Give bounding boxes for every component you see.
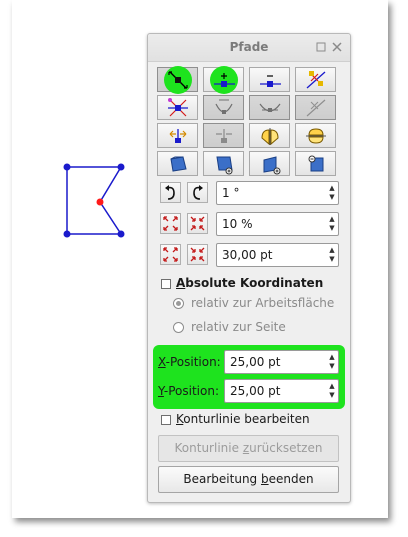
flip-horizontal-button[interactable] bbox=[157, 123, 198, 148]
scale-percent-value: 10 % bbox=[222, 217, 253, 231]
edit-contour-label: Konturlinie bearbeiten bbox=[176, 412, 310, 426]
move-down-button[interactable] bbox=[203, 151, 244, 176]
spin-up-icon[interactable]: ▲ bbox=[329, 383, 335, 390]
spin-down-icon[interactable]: ▼ bbox=[329, 225, 335, 232]
enlarge-icon bbox=[263, 156, 281, 175]
corner-point-icon bbox=[215, 99, 233, 114]
paths-dialog: Pfade 1 ° ▲ ▼ 10 % ▲ ▼ 30,00 pt ▲ ▼ Abso… bbox=[147, 33, 351, 503]
flip-horizontal-icon bbox=[169, 129, 187, 143]
rotate-left-button[interactable] bbox=[157, 151, 198, 176]
reset-contour-icon bbox=[306, 128, 326, 144]
contract-icon bbox=[190, 216, 205, 231]
rotate-ccw-icon bbox=[165, 185, 175, 200]
y-position-value: 25,00 pt bbox=[230, 384, 281, 398]
enlarge-button[interactable] bbox=[249, 151, 290, 176]
delete-point-button[interactable] bbox=[249, 67, 290, 92]
rotate-ccw-button[interactable] bbox=[160, 182, 181, 203]
relative-to-page-area-label: relativ zur Arbeitsfläche bbox=[191, 296, 335, 310]
x-position-value: 25,00 pt bbox=[230, 355, 281, 369]
spin-up-icon[interactable]: ▲ bbox=[329, 185, 335, 192]
spin-up-icon[interactable]: ▲ bbox=[329, 216, 335, 223]
path-node[interactable] bbox=[63, 230, 71, 238]
move-down-icon bbox=[216, 156, 233, 175]
delete-point-icon bbox=[260, 75, 281, 87]
reset-contour-text-button[interactable]: Konturlinie zurücksetzen bbox=[158, 435, 339, 462]
shear-button[interactable] bbox=[249, 123, 290, 148]
move-points-icon bbox=[168, 71, 188, 89]
scale-percent-field[interactable]: 10 % ▲ ▼ bbox=[216, 212, 339, 236]
flip-vertical-button[interactable] bbox=[203, 123, 244, 148]
scale-points-field[interactable]: 30,00 pt ▲ ▼ bbox=[216, 243, 339, 267]
path-node[interactable] bbox=[117, 230, 125, 238]
path-node[interactable] bbox=[63, 163, 71, 171]
convert-to-curve-icon bbox=[168, 98, 188, 117]
absolute-coordinates-checkbox[interactable] bbox=[161, 279, 171, 289]
title-bar[interactable]: Pfade bbox=[148, 34, 350, 62]
rotate-cw-button[interactable] bbox=[187, 182, 208, 203]
smooth-point-icon bbox=[306, 99, 326, 117]
spin-up-icon[interactable]: ▲ bbox=[329, 247, 335, 254]
spin-down-icon[interactable]: ▼ bbox=[329, 194, 335, 201]
path-node-selected[interactable] bbox=[96, 198, 104, 206]
reset-contour-button[interactable] bbox=[295, 123, 336, 148]
scale-down-percent-button[interactable] bbox=[187, 213, 208, 234]
expand-icon bbox=[163, 216, 178, 231]
restore-icon[interactable] bbox=[315, 41, 327, 53]
move-points-button[interactable] bbox=[157, 66, 198, 94]
relative-to-page-radio[interactable] bbox=[173, 322, 184, 333]
end-editing-button[interactable]: Bearbeitung beenden bbox=[158, 466, 339, 493]
convert-to-curve-button[interactable] bbox=[157, 95, 198, 120]
x-position-label: X-Position: bbox=[158, 355, 221, 369]
insert-point-button[interactable] bbox=[203, 66, 244, 94]
smooth-point-button[interactable] bbox=[295, 95, 336, 120]
path-outline[interactable] bbox=[66, 166, 123, 235]
x-position-field[interactable]: 25,00 pt ▲ ▼ bbox=[224, 350, 339, 374]
shrink-button[interactable] bbox=[295, 151, 336, 176]
flip-vertical-icon bbox=[216, 129, 232, 143]
rotate-angle-field[interactable]: 1 ° ▲ ▼ bbox=[216, 181, 339, 205]
shrink-icon bbox=[308, 155, 324, 172]
spin-down-icon[interactable]: ▼ bbox=[329, 392, 335, 399]
scale-up-points-button[interactable] bbox=[160, 244, 181, 265]
scale-points-value: 30,00 pt bbox=[222, 248, 273, 262]
scale-down-points-button[interactable] bbox=[187, 244, 208, 265]
rotate-angle-value: 1 ° bbox=[222, 186, 240, 200]
rotate-left-icon bbox=[170, 156, 187, 172]
spin-down-icon[interactable]: ▼ bbox=[329, 256, 335, 263]
absolute-coordinates-label: Absolute Koordinaten bbox=[176, 276, 324, 290]
symmetric-point-icon bbox=[259, 103, 281, 112]
contract-icon bbox=[190, 247, 205, 262]
insert-point-icon bbox=[214, 73, 235, 87]
y-position-field[interactable]: 25,00 pt ▲ ▼ bbox=[224, 379, 339, 403]
rotate-cw-icon bbox=[193, 185, 203, 200]
y-position-label: Y-Position: bbox=[158, 384, 220, 398]
edit-contour-checkbox[interactable] bbox=[161, 415, 171, 425]
expand-icon bbox=[163, 247, 178, 262]
symmetric-point-button[interactable] bbox=[249, 95, 290, 120]
split-curve-button[interactable] bbox=[295, 67, 336, 92]
relative-to-page-label: relativ zur Seite bbox=[191, 320, 286, 334]
spin-down-icon[interactable]: ▼ bbox=[329, 363, 335, 370]
scale-up-percent-button[interactable] bbox=[160, 213, 181, 234]
path-node[interactable] bbox=[117, 163, 125, 171]
shear-icon bbox=[261, 128, 279, 146]
split-curve-icon bbox=[306, 71, 326, 89]
relative-to-page-area-radio[interactable] bbox=[173, 298, 184, 309]
spin-up-icon[interactable]: ▲ bbox=[329, 354, 335, 361]
corner-point-button[interactable] bbox=[203, 95, 244, 120]
close-icon[interactable] bbox=[331, 41, 343, 53]
